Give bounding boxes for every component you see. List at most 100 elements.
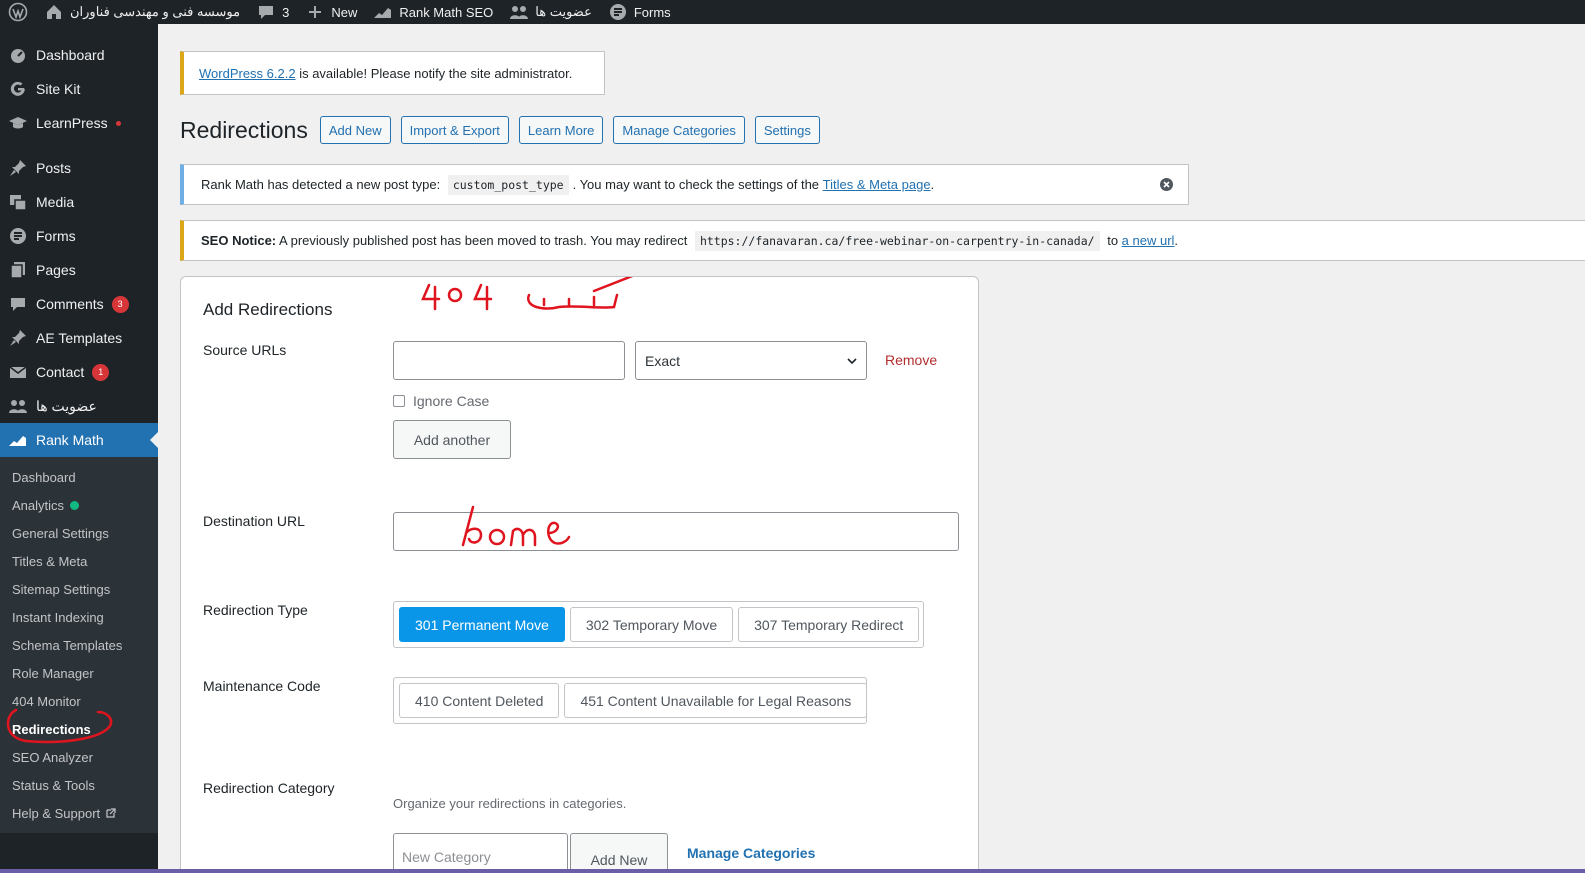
add-another-button[interactable]: Add another <box>393 420 511 459</box>
external-link-icon <box>106 806 116 821</box>
ignore-case-checkbox[interactable] <box>393 395 405 407</box>
forms-label: Forms <box>633 4 671 20</box>
users-icon <box>8 396 28 416</box>
submenu-schema-templates[interactable]: Schema Templates <box>0 631 158 659</box>
submenu-instant-indexing[interactable]: Instant Indexing <box>0 603 158 631</box>
comments-link[interactable]: 3 <box>248 0 297 24</box>
submenu-general-settings[interactable]: General Settings <box>0 519 158 547</box>
admin-sidebar: Dashboard Site Kit LearnPress Posts Medi… <box>0 24 158 873</box>
manage-categories-link[interactable]: Manage Categories <box>687 845 815 861</box>
source-urls-label: Source URLs <box>203 342 287 358</box>
submenu-dashboard[interactable]: Dashboard <box>0 463 158 491</box>
destination-url-input[interactable] <box>393 512 959 551</box>
submenu-label: Help & Support <box>12 805 101 821</box>
update-text: is available! Please notify the site adm… <box>295 65 573 81</box>
type-302-option[interactable]: 302 Temporary Move <box>569 607 734 642</box>
sidebar-item-pages[interactable]: Pages <box>0 253 158 287</box>
taskbar-strip <box>0 869 1585 873</box>
add-new-button[interactable]: Add New <box>319 116 391 144</box>
sidebar-item-ae-templates[interactable]: AE Templates <box>0 321 158 355</box>
seo-notice-label: SEO Notice: <box>201 233 277 248</box>
new-label: New <box>331 4 358 20</box>
notice-text: to <box>1103 233 1122 248</box>
graduation-cap-icon <box>8 113 28 133</box>
type-307-option[interactable]: 307 Temporary Redirect <box>738 607 920 642</box>
submenu-role-manager[interactable]: Role Manager <box>0 659 158 687</box>
sidebar-item-rank-math[interactable]: Rank Math <box>0 423 158 457</box>
users-icon <box>509 2 529 22</box>
submenu-redirections[interactable]: Redirections <box>0 715 158 743</box>
chevron-down-icon <box>846 354 858 366</box>
type-301-option[interactable]: 301 Permanent Move <box>399 607 565 642</box>
site-name-label: موسسه فنی و مهندسی فناوران <box>70 4 241 19</box>
sidebar-item-label: عضویت ها <box>36 397 97 414</box>
post-type-code: custom_post_type <box>447 174 569 195</box>
sidebar-item-label: Comments <box>36 296 104 312</box>
sidebar-item-label: Contact <box>36 364 85 380</box>
submenu-404-monitor[interactable]: 404 Monitor <box>0 687 158 715</box>
submenu-titles-meta[interactable]: Titles & Meta <box>0 547 158 575</box>
add-category-button[interactable]: Add New <box>570 833 668 873</box>
notice-text: A previously published post has been mov… <box>276 233 691 248</box>
new-url-link[interactable]: a new url <box>1122 233 1175 248</box>
site-name[interactable]: موسسه فنی و مهندسی فناوران <box>36 0 248 24</box>
membership-link[interactable]: عضویت ها <box>501 0 600 24</box>
rank-math-submenu: Dashboard Analytics General Settings Tit… <box>0 457 158 833</box>
sidebar-item-media[interactable]: Media <box>0 185 158 219</box>
ignore-case-label: Ignore Case <box>413 393 490 409</box>
redirection-type-label: Redirection Type <box>203 602 308 618</box>
new-content-link[interactable]: New <box>297 0 365 24</box>
post-type-notice: Rank Math has detected a new post type: … <box>180 164 1189 205</box>
notice-text: . <box>1174 233 1179 248</box>
code-451-option[interactable]: 451 Content Unavailable for Legal Reason… <box>564 683 868 718</box>
page-title: Redirections <box>180 116 308 143</box>
code-410-option[interactable]: 410 Content Deleted <box>399 683 560 718</box>
rank-math-label: Rank Math SEO <box>399 4 494 20</box>
sidebar-item-posts[interactable]: Posts <box>0 151 158 185</box>
comments-count: 3 <box>282 4 290 20</box>
sidebar-item-learnpress[interactable]: LearnPress <box>0 106 158 140</box>
manage-categories-button[interactable]: Manage Categories <box>613 116 745 144</box>
submenu-seo-analyzer[interactable]: SEO Analyzer <box>0 743 158 771</box>
maintenance-code-label: Maintenance Code <box>203 678 321 694</box>
notification-dot <box>115 120 121 126</box>
pin-icon <box>8 158 28 178</box>
match-type-select[interactable]: Exact <box>635 341 867 380</box>
sidebar-item-label: AE Templates <box>36 330 123 346</box>
sidebar-item-membership[interactable]: عضویت ها <box>0 389 158 423</box>
new-category-input[interactable]: New Category <box>393 833 568 873</box>
rank-math-icon <box>8 430 28 450</box>
trashed-url-code: https://fanavaran.ca/free-webinar-on-car… <box>694 230 1100 251</box>
contact-badge: 1 <box>92 363 110 381</box>
sidebar-item-site-kit[interactable]: Site Kit <box>0 72 158 106</box>
destination-url-label: Destination URL <box>203 513 305 529</box>
sidebar-item-comments[interactable]: Comments 3 <box>0 287 158 321</box>
sidebar-item-contact[interactable]: Contact 1 <box>0 355 158 389</box>
media-icon <box>8 192 28 212</box>
ignore-case-row: Ignore Case <box>393 393 489 409</box>
sidebar-item-forms[interactable]: Forms <box>0 219 158 253</box>
remove-source-link[interactable]: Remove <box>885 352 937 368</box>
submenu-status-tools[interactable]: Status & Tools <box>0 771 158 799</box>
rank-math-seo-link[interactable]: Rank Math SEO <box>365 0 501 24</box>
submenu-help-support[interactable]: Help & Support <box>0 799 158 827</box>
dismiss-icon[interactable] <box>1159 177 1174 192</box>
import-export-button[interactable]: Import & Export <box>400 116 509 144</box>
wordpress-logo[interactable] <box>0 0 36 24</box>
submenu-analytics[interactable]: Analytics <box>0 491 158 519</box>
titles-meta-link[interactable]: Titles & Meta page <box>823 177 931 192</box>
new-category-placeholder: New Category <box>402 849 491 865</box>
source-annotation-scribble <box>421 277 634 311</box>
settings-button[interactable]: Settings <box>754 116 820 144</box>
notice-text: . <box>930 177 935 192</box>
forms-link[interactable]: Forms <box>600 0 679 24</box>
update-link[interactable]: WordPress 6.2.2 <box>199 66 296 81</box>
learn-more-button[interactable]: Learn More <box>518 116 604 144</box>
source-url-input[interactable] <box>393 341 625 380</box>
redirection-category-label: Redirection Category <box>203 780 335 796</box>
seo-notice: SEO Notice: A previously published post … <box>180 220 1585 261</box>
sidebar-item-dashboard[interactable]: Dashboard <box>0 38 158 72</box>
update-notice: WordPress 6.2.2 is available! Please not… <box>180 51 605 95</box>
comment-icon <box>256 2 276 22</box>
submenu-sitemap-settings[interactable]: Sitemap Settings <box>0 575 158 603</box>
